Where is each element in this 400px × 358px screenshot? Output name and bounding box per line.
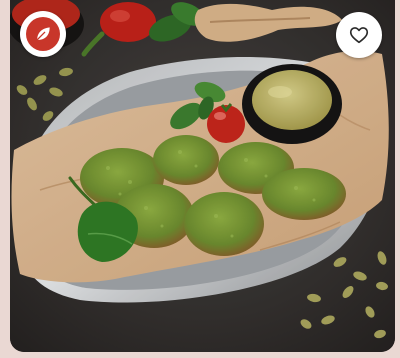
brand-badge-inner xyxy=(26,17,60,51)
food-image-card[interactable] xyxy=(10,0,395,352)
food-photo xyxy=(10,0,395,352)
brand-badge[interactable] xyxy=(20,11,66,57)
leaf-icon xyxy=(36,27,50,41)
favorite-button[interactable] xyxy=(336,12,382,58)
heart-outline-icon xyxy=(349,27,369,44)
